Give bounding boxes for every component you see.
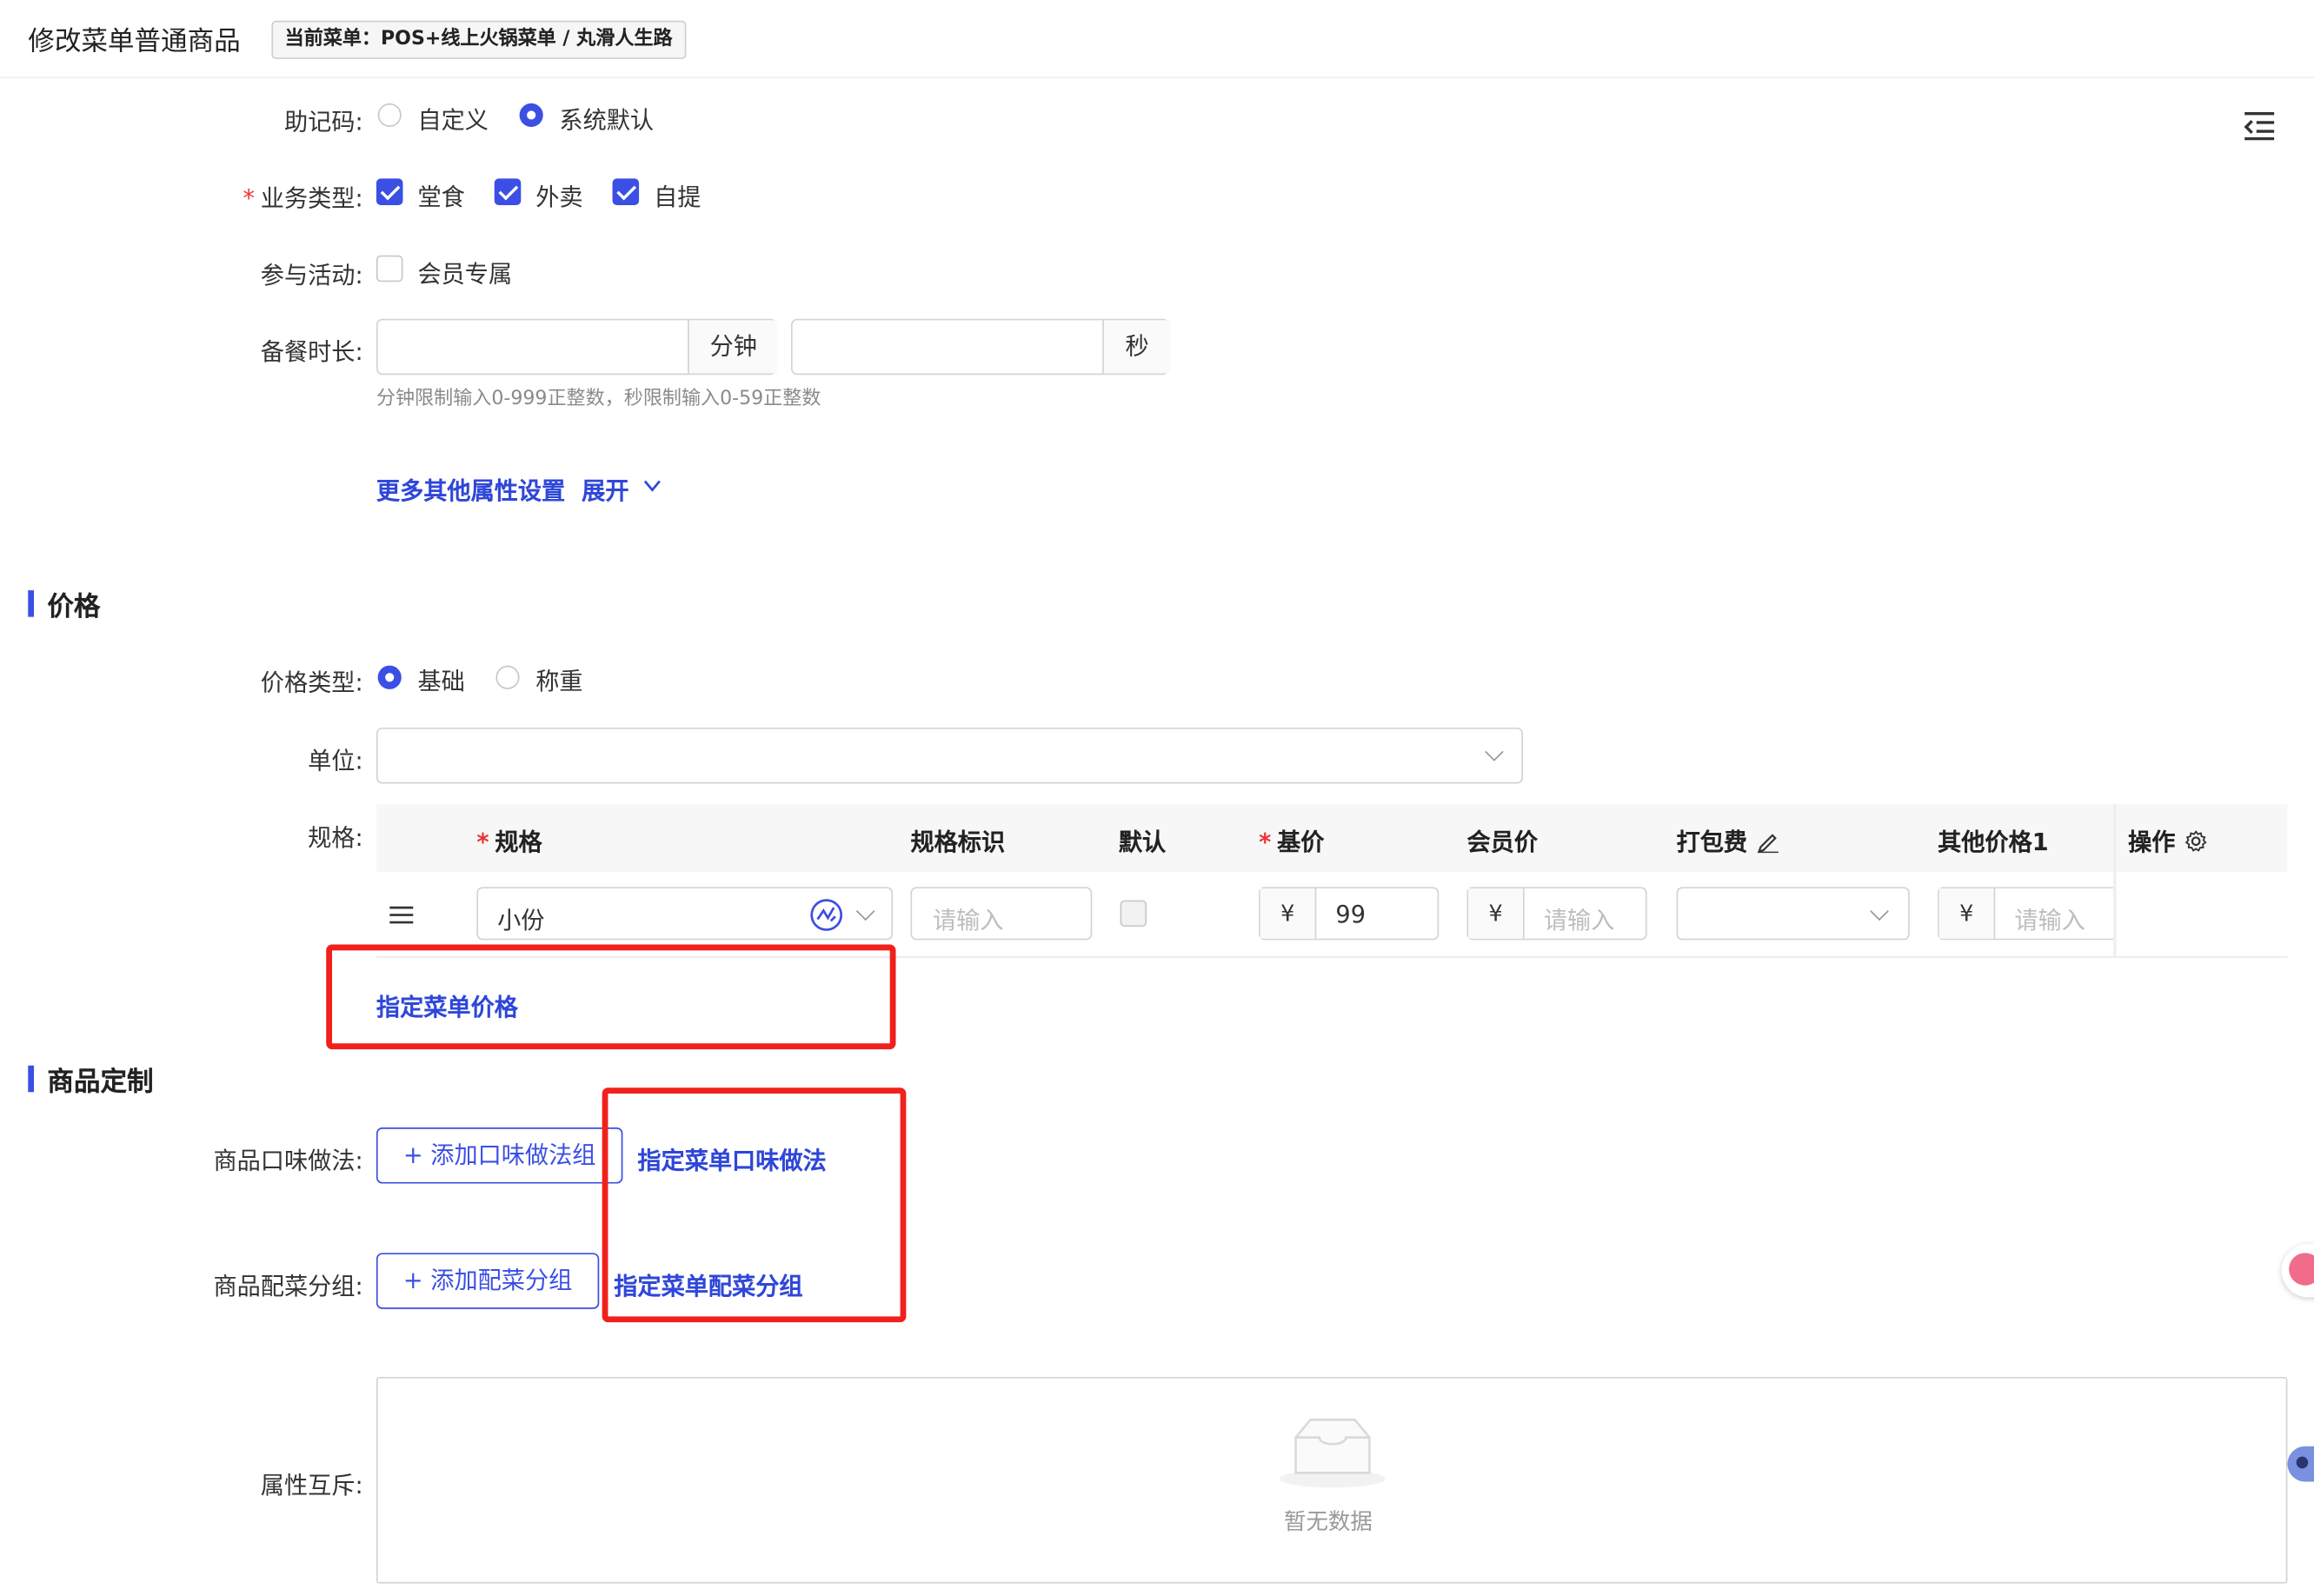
floating-robot-icon[interactable] xyxy=(2282,1432,2314,1497)
base-price-value: 99 xyxy=(1335,900,1366,928)
minute-addon: 分钟 xyxy=(688,320,778,374)
member-price-input[interactable]: ¥ 请输入 xyxy=(1466,887,1647,941)
drag-handle-icon[interactable] xyxy=(389,903,414,924)
col-base-price: * 基价 xyxy=(1259,828,1325,856)
member-only-checkbox[interactable] xyxy=(376,255,403,283)
price-section-bar xyxy=(28,590,35,617)
chevron-down-icon xyxy=(1485,742,1504,761)
member-price-placeholder: 请输入 xyxy=(1543,906,1615,934)
price-weight-label[interactable]: 称重 xyxy=(535,662,582,697)
prep-second-input-group: 秒 xyxy=(790,318,1171,376)
col-actions: 操作 xyxy=(2128,822,2207,859)
chevron-down-icon xyxy=(1870,901,1889,921)
prep-time-label: 备餐时长: xyxy=(260,337,363,367)
add-side-dish-group-button[interactable]: + 添加配菜分组 xyxy=(376,1253,600,1309)
unit-label: 单位: xyxy=(308,747,363,775)
spec-label: 规格: xyxy=(308,823,363,852)
price-weight-radio[interactable] xyxy=(495,665,520,689)
spec-id-placeholder: 请输入 xyxy=(932,906,1004,934)
inbox-empty-icon xyxy=(1278,1417,1387,1497)
prep-minute-input-group: 分钟 xyxy=(376,318,778,376)
custom-section-title: 商品定制 xyxy=(47,1067,154,1099)
mnemonic-default-radio[interactable] xyxy=(519,103,543,128)
table-fixed-divider xyxy=(2113,804,2117,958)
col-spec-id: 规格标识 xyxy=(910,828,1006,856)
spec-id-input[interactable]: 请输入 xyxy=(910,887,1093,941)
mnemonic-custom-label[interactable]: 自定义 xyxy=(417,100,489,136)
default-checkbox[interactable] xyxy=(1120,900,1147,928)
col-member-price: 会员价 xyxy=(1466,828,1539,856)
dine-in-checkbox[interactable] xyxy=(376,178,403,205)
empty-text: 暂无数据 xyxy=(1283,1508,1373,1535)
packing-fee-select[interactable] xyxy=(1676,887,1910,941)
mutex-label: 属性互斥: xyxy=(260,1471,363,1500)
col-default: 默认 xyxy=(1118,828,1167,856)
spec-name-value: 小份 xyxy=(497,906,545,934)
chevron-down-icon xyxy=(642,474,662,502)
highlight-box-custom xyxy=(602,1087,907,1323)
chevron-down-icon xyxy=(855,901,875,921)
price-basic-label[interactable]: 基础 xyxy=(417,662,464,697)
custom-section-bar xyxy=(28,1065,35,1093)
more-settings-link[interactable]: 更多其他属性设置 展开 xyxy=(376,471,661,507)
collapse-menu-icon[interactable] xyxy=(2242,110,2277,142)
pickup-checkbox[interactable] xyxy=(612,178,640,205)
price-basic-radio[interactable] xyxy=(377,665,402,689)
col-spec: * 规格 xyxy=(476,828,542,856)
prep-time-hint: 分钟限制输入0-999正整数，秒限制输入0-59正整数 xyxy=(376,388,821,410)
price-section-title: 价格 xyxy=(47,591,101,623)
pickup-label[interactable]: 自提 xyxy=(654,177,701,213)
mnemonic-default-label[interactable]: 系统默认 xyxy=(559,100,654,136)
assign-menu-price-link[interactable]: 指定菜单价格 xyxy=(376,988,518,1023)
floating-assistant-icon[interactable] xyxy=(2281,1244,2314,1298)
flavor-label: 商品口味做法: xyxy=(213,1147,363,1175)
price-type-label: 价格类型: xyxy=(260,668,363,697)
add-flavor-group-button[interactable]: + 添加口味做法组 xyxy=(376,1127,623,1184)
mnemonic-custom-radio[interactable] xyxy=(377,103,402,128)
currency-addon: ¥ xyxy=(1260,888,1317,939)
second-addon: 秒 xyxy=(1102,320,1171,374)
translate-icon[interactable] xyxy=(808,897,844,939)
base-price-input[interactable]: ¥ 99 xyxy=(1259,887,1440,941)
currency-addon: ¥ xyxy=(1938,888,1996,939)
page-title: 修改菜单普通商品 xyxy=(28,26,241,58)
col-other-price: 其他价格1 xyxy=(1938,828,2049,856)
edit-icon[interactable] xyxy=(1756,828,1779,858)
activity-label: 参与活动: xyxy=(260,261,363,289)
header-divider xyxy=(0,76,2314,78)
gear-icon[interactable] xyxy=(2184,828,2207,858)
mutex-empty-panel: 暂无数据 xyxy=(376,1376,2288,1584)
unit-select[interactable] xyxy=(376,727,1524,784)
side-dish-label: 商品配菜分组: xyxy=(213,1272,363,1300)
current-menu-badge: 当前菜单：POS+线上火锅菜单 / 丸滑人生路 xyxy=(271,20,686,59)
member-only-label[interactable]: 会员专属 xyxy=(417,254,512,289)
delivery-checkbox[interactable] xyxy=(494,178,522,205)
prep-minute-input[interactable] xyxy=(378,320,688,373)
dine-in-label[interactable]: 堂食 xyxy=(417,177,464,213)
currency-addon: ¥ xyxy=(1468,888,1525,939)
other-price-input[interactable]: ¥ 请输入 xyxy=(1938,887,2114,941)
prep-second-input[interactable] xyxy=(793,320,1103,373)
business-type-label: * 业务类型: xyxy=(243,184,363,213)
spec-name-select[interactable]: 小份 xyxy=(476,887,894,941)
col-packing-fee: 打包费 xyxy=(1677,822,1779,859)
mnemonic-label: 助记码: xyxy=(283,107,363,136)
delivery-label[interactable]: 外卖 xyxy=(535,177,582,213)
other-price-placeholder: 请输入 xyxy=(2014,906,2085,934)
